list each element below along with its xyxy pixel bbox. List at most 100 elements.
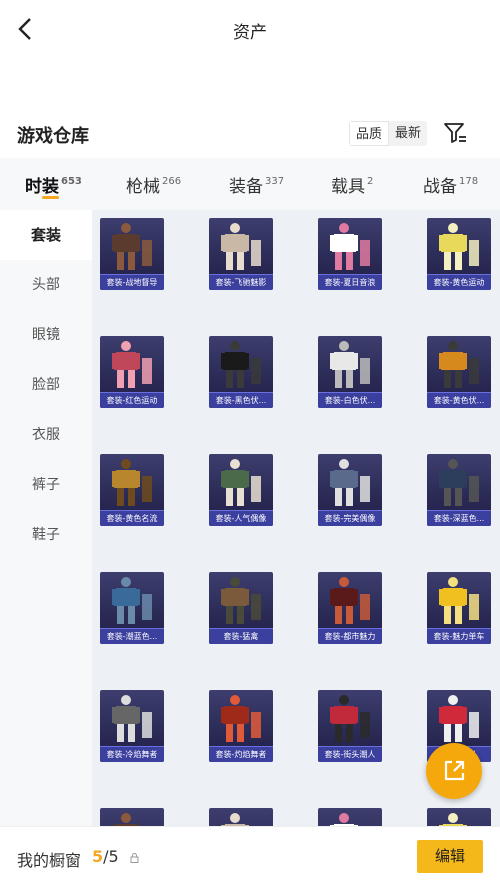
tab-count: 266 [162, 176, 182, 187]
item-label: 套装-红色运动 [100, 392, 164, 408]
item-card[interactable]: 套装-黄色名流 [100, 454, 164, 526]
filter-icon [444, 123, 466, 143]
tab-fashion[interactable]: 时装 653 [25, 172, 82, 197]
item-card[interactable]: 套装-完美偶像 [318, 454, 382, 526]
tab-weapons[interactable]: 枪械 266 [126, 172, 181, 197]
sort-toggle: 品质 最新 [349, 121, 428, 146]
item-label: 套装-潮蓝色... [100, 628, 164, 644]
outfit-thumbnail-icon [330, 459, 370, 506]
page-title: 资产 [233, 23, 267, 43]
tab-label: 枪械 [126, 177, 160, 197]
item-card[interactable]: 套装-夏日音浪 [318, 218, 382, 290]
sidebar-item-outfit[interactable]: 套装 [0, 210, 92, 260]
item-card[interactable]: 套装-潮蓝色... [100, 572, 164, 644]
item-card[interactable]: 套装-灼焰舞者 [209, 690, 273, 762]
item-card[interactable]: 套装-黄色运动 [427, 218, 491, 290]
item-label: 套装-夏日音浪 [318, 274, 382, 290]
sort-latest-option[interactable]: 最新 [389, 121, 427, 146]
item-label: 套装-猛禽 [209, 628, 273, 644]
item-label: 套装-灼焰舞者 [209, 746, 273, 762]
showcase-label: 我的橱窗 [17, 851, 82, 870]
outfit-thumbnail-icon [330, 695, 370, 742]
tab-supplies[interactable]: 战备 178 [423, 172, 478, 197]
category-tabs: 时装 653 枪械 266 装备 337 载具 2 战备 178 [0, 158, 500, 210]
item-card[interactable]: 套装-黄色伏... [427, 336, 491, 408]
item-card[interactable]: 套装-白色伏... [318, 336, 382, 408]
item-label: 套装-魅力单车 [427, 628, 491, 644]
item-label: 套装-黄色名流 [100, 510, 164, 526]
item-card[interactable]: 套装-战地督导 [100, 218, 164, 290]
sidebar-item-head[interactable]: 头部 [0, 260, 92, 310]
tab-label: 时装 [25, 177, 59, 197]
tab-count: 337 [265, 176, 285, 187]
item-label: 套装-人气偶像 [209, 510, 273, 526]
bottom-bar: 我的橱窗 5/5 编辑 [0, 826, 500, 885]
warehouse-title: 游戏仓库 [17, 126, 89, 147]
sidebar-item-pants[interactable]: 裤子 [0, 460, 92, 510]
item-card[interactable]: 套装-人气偶像 [209, 454, 273, 526]
share-external-icon [444, 760, 465, 781]
item-label: 套装-黄色伏... [427, 392, 491, 408]
item-card[interactable]: 套装-黑色伏... [209, 336, 273, 408]
share-button[interactable] [426, 743, 482, 799]
filter-button[interactable] [442, 120, 468, 146]
lock-icon [130, 853, 139, 863]
item-label: 套装-都市魅力 [318, 628, 382, 644]
outfit-thumbnail-icon [439, 341, 479, 388]
item-card[interactable]: 套装-都市魅力 [318, 572, 382, 644]
item-card[interactable]: 套装-猛禽 [209, 572, 273, 644]
active-tab-indicator [42, 196, 59, 199]
sidebar-item-shoes[interactable]: 鞋子 [0, 510, 92, 560]
item-label: 套装-飞驰魅影 [209, 274, 273, 290]
sidebar-item-face[interactable]: 脸部 [0, 360, 92, 410]
outfit-thumbnail-icon [439, 695, 479, 742]
outfit-thumbnail-icon [112, 577, 152, 624]
outfit-thumbnail-icon [221, 223, 261, 270]
tab-equipment[interactable]: 装备 337 [229, 172, 284, 197]
tab-label: 载具 [331, 177, 365, 197]
outfit-thumbnail-icon [439, 459, 479, 506]
tab-label: 战备 [423, 177, 457, 197]
item-card[interactable]: 套装-冷焰舞者 [100, 690, 164, 762]
item-label: 套装-街头潮人 [318, 746, 382, 762]
item-label: 套装-完美偶像 [318, 510, 382, 526]
tab-count: 178 [459, 176, 479, 187]
top-bar: 资产 [0, 0, 500, 60]
sidebar-item-clothes[interactable]: 衣服 [0, 410, 92, 460]
showcase-current: 5 [92, 847, 104, 866]
showcase-total: /5 [103, 847, 119, 866]
tab-count: 2 [367, 176, 374, 187]
outfit-thumbnail-icon [221, 341, 261, 388]
outfit-thumbnail-icon [221, 577, 261, 624]
outfit-thumbnail-icon [112, 459, 152, 506]
item-card[interactable]: 套装-深蓝色... [427, 454, 491, 526]
outfit-thumbnail-icon [439, 577, 479, 624]
outfit-thumbnail-icon [439, 223, 479, 270]
item-card[interactable]: 套装-魅力单车 [427, 572, 491, 644]
outfit-thumbnail-icon [112, 223, 152, 270]
warehouse-header: 游戏仓库 品质 最新 [0, 112, 500, 156]
sort-quality-option[interactable]: 品质 [349, 121, 390, 146]
item-label: 套装-冷焰舞者 [100, 746, 164, 762]
outfit-thumbnail-icon [330, 223, 370, 270]
outfit-thumbnail-icon [330, 577, 370, 624]
outfit-thumbnail-icon [330, 341, 370, 388]
outfit-thumbnail-icon [221, 695, 261, 742]
tab-label: 装备 [229, 177, 263, 197]
item-label: 套装-深蓝色... [427, 510, 491, 526]
edit-button[interactable]: 编辑 [417, 840, 483, 873]
tab-vehicles[interactable]: 载具 2 [331, 172, 373, 197]
sidebar-item-glasses[interactable]: 眼镜 [0, 310, 92, 360]
tab-count: 653 [61, 176, 82, 187]
showcase-count: 5/5 [92, 847, 119, 866]
item-label: 套装-战地督导 [100, 274, 164, 290]
outfit-thumbnail-icon [221, 459, 261, 506]
subcategory-sidebar: 套装 头部 眼镜 脸部 衣服 裤子 鞋子 [0, 210, 92, 885]
outfit-thumbnail-icon [112, 695, 152, 742]
item-card[interactable]: 套装-飞驰魅影 [209, 218, 273, 290]
item-label: 套装-白色伏... [318, 392, 382, 408]
outfit-thumbnail-icon [112, 341, 152, 388]
item-card[interactable]: 套装-街头潮人 [318, 690, 382, 762]
item-card[interactable]: 套装-红色运动 [100, 336, 164, 408]
item-label: 套装-黄色运动 [427, 274, 491, 290]
